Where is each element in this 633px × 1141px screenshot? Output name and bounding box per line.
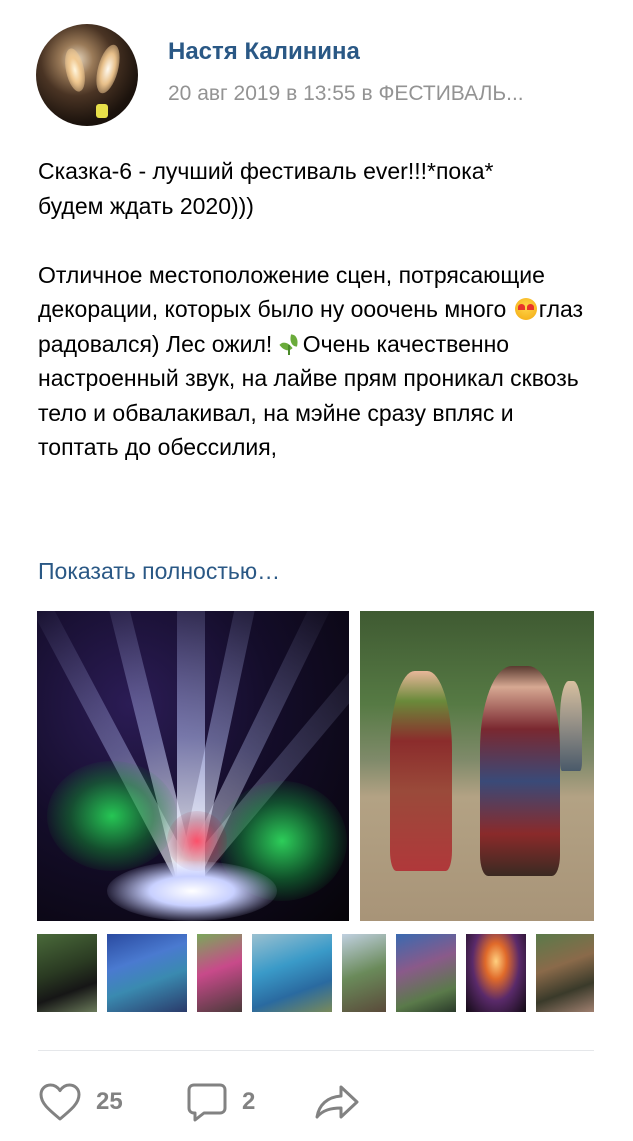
- thumbnail-8[interactable]: [536, 934, 594, 1012]
- thumbnail-3[interactable]: [197, 934, 242, 1012]
- thumbnail-7[interactable]: [466, 934, 526, 1012]
- post-text-line: Сказка-6 - лучший фестиваль ever!!!*пока…: [38, 158, 494, 184]
- post-text: Сказка-6 - лучший фестиваль ever!!!*пока…: [38, 154, 598, 465]
- dancers-photo[interactable]: [360, 611, 594, 921]
- thumbnail-4[interactable]: [252, 934, 332, 1012]
- like-button[interactable]: 25: [38, 1082, 123, 1122]
- thumbnail-1[interactable]: [37, 934, 97, 1012]
- show-more-link[interactable]: Показать полностью…: [38, 558, 280, 585]
- comment-count: 2: [242, 1088, 256, 1115]
- post-date-and-group[interactable]: 20 авг 2019 в 13:55 в ФЕСТИВАЛЬ...: [168, 82, 598, 106]
- divider: [38, 1050, 594, 1051]
- like-count: 25: [96, 1088, 123, 1115]
- author-name[interactable]: Настя Калинина: [168, 38, 360, 66]
- author-avatar[interactable]: [36, 24, 138, 126]
- share-button[interactable]: [314, 1082, 360, 1122]
- wall-post: Настя Калинина 20 авг 2019 в 13:55 в ФЕС…: [0, 0, 633, 1141]
- post-text-part: Отличное местоположение сцен, потрясающи…: [38, 261, 545, 323]
- comment-button[interactable]: 2: [186, 1082, 255, 1122]
- thumbnail-6[interactable]: [396, 934, 456, 1012]
- herb-leaf-emoji-icon: [279, 333, 301, 355]
- comment-icon: [187, 1083, 227, 1122]
- heart-icon: [39, 1083, 81, 1121]
- heart-eyes-emoji-icon: [514, 298, 537, 320]
- post-text-paragraph: Отличное местоположение сцен, потрясающи…: [38, 258, 598, 465]
- post-text-line: будем ждать 2020))): [38, 192, 254, 219]
- share-arrow-icon: [315, 1085, 359, 1119]
- thumbnail-2[interactable]: [107, 934, 187, 1012]
- thumbnail-5[interactable]: [342, 934, 386, 1012]
- laser-show-photo[interactable]: [37, 611, 349, 921]
